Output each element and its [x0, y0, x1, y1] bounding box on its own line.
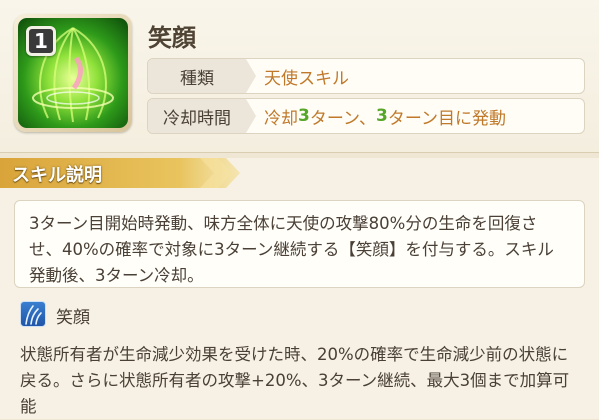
skill-name: 笑顔 — [148, 24, 196, 52]
skill-level-badge: 1 — [26, 26, 56, 56]
section-header: スキル説明 — [0, 158, 240, 188]
label-arrow — [246, 59, 256, 93]
section-title: スキル説明 — [12, 165, 102, 186]
skill-description-box: 3ターン目開始時発動、味方全体に天使の攻撃80%分の生命を回復させ、40%の確率… — [14, 200, 585, 288]
label-arrow — [246, 99, 256, 133]
trigger-turn: 3 — [375, 106, 388, 126]
cooldown-label: 冷却時間 — [148, 99, 246, 133]
effect-description: 状態所有者が生命減少効果を受けた時、20%の確率で生命減少前の状態に戻る。さらに… — [20, 345, 570, 416]
skill-description-section: スキル説明 3ターン目開始時発動、味方全体に天使の攻撃80%分の生命を回復させ、… — [0, 158, 599, 419]
skill-type-value: 天使スキル — [264, 68, 349, 89]
cooldown-value: 冷却 3 ターン、 3 ターン目に発動 — [264, 99, 506, 133]
blue-wind-effect-icon — [20, 301, 46, 327]
skill-type-row: 種類 天使スキル — [147, 58, 585, 94]
cooldown-suffix: ターン目に発動 — [387, 108, 506, 129]
cooldown-turns: 3 — [298, 106, 310, 126]
cooldown-middle: ターン、 — [309, 108, 376, 129]
skill-header-panel: 1 笑顔 種類 天使スキル 冷却時間 冷却 3 ターン、 3 ターン目に発動 — [0, 0, 599, 153]
effect-name: 笑顔 — [56, 308, 90, 328]
skill-type-label: 種類 — [148, 59, 246, 93]
cooldown-prefix: 冷却 — [264, 108, 298, 129]
skill-icon-frame: 1 — [14, 14, 132, 132]
cooldown-row: 冷却時間 冷却 3 ターン、 3 ターン目に発動 — [147, 98, 585, 134]
